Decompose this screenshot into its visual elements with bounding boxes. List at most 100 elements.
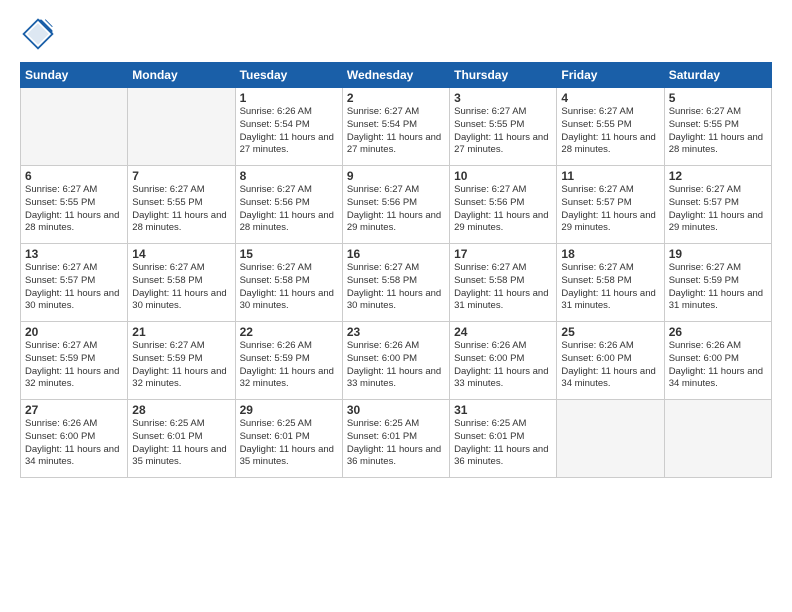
day-number: 17	[454, 247, 552, 261]
calendar-week-row: 20Sunrise: 6:27 AM Sunset: 5:59 PM Dayli…	[21, 322, 772, 400]
day-info: Sunrise: 6:27 AM Sunset: 5:56 PM Dayligh…	[454, 184, 552, 235]
calendar-cell: 23Sunrise: 6:26 AM Sunset: 6:00 PM Dayli…	[342, 322, 449, 400]
day-number: 7	[132, 169, 230, 183]
day-info: Sunrise: 6:27 AM Sunset: 5:58 PM Dayligh…	[132, 262, 230, 313]
calendar-cell: 27Sunrise: 6:26 AM Sunset: 6:00 PM Dayli…	[21, 400, 128, 478]
day-number: 14	[132, 247, 230, 261]
day-info: Sunrise: 6:27 AM Sunset: 5:59 PM Dayligh…	[25, 340, 123, 391]
day-number: 11	[561, 169, 659, 183]
calendar-week-row: 13Sunrise: 6:27 AM Sunset: 5:57 PM Dayli…	[21, 244, 772, 322]
day-number: 18	[561, 247, 659, 261]
calendar-week-row: 27Sunrise: 6:26 AM Sunset: 6:00 PM Dayli…	[21, 400, 772, 478]
day-number: 12	[669, 169, 767, 183]
day-info: Sunrise: 6:26 AM Sunset: 5:59 PM Dayligh…	[240, 340, 338, 391]
calendar-cell	[664, 400, 771, 478]
day-info: Sunrise: 6:27 AM Sunset: 5:56 PM Dayligh…	[240, 184, 338, 235]
day-info: Sunrise: 6:27 AM Sunset: 5:58 PM Dayligh…	[561, 262, 659, 313]
day-number: 8	[240, 169, 338, 183]
day-info: Sunrise: 6:27 AM Sunset: 5:57 PM Dayligh…	[669, 184, 767, 235]
day-info: Sunrise: 6:27 AM Sunset: 5:55 PM Dayligh…	[454, 106, 552, 157]
weekday-header-row: SundayMondayTuesdayWednesdayThursdayFrid…	[21, 63, 772, 88]
day-info: Sunrise: 6:27 AM Sunset: 5:57 PM Dayligh…	[25, 262, 123, 313]
logo-icon	[20, 16, 56, 52]
day-info: Sunrise: 6:27 AM Sunset: 5:55 PM Dayligh…	[25, 184, 123, 235]
day-number: 28	[132, 403, 230, 417]
weekday-header: Thursday	[450, 63, 557, 88]
calendar-cell: 10Sunrise: 6:27 AM Sunset: 5:56 PM Dayli…	[450, 166, 557, 244]
calendar-cell: 24Sunrise: 6:26 AM Sunset: 6:00 PM Dayli…	[450, 322, 557, 400]
calendar-cell: 20Sunrise: 6:27 AM Sunset: 5:59 PM Dayli…	[21, 322, 128, 400]
calendar-cell: 29Sunrise: 6:25 AM Sunset: 6:01 PM Dayli…	[235, 400, 342, 478]
calendar-cell: 25Sunrise: 6:26 AM Sunset: 6:00 PM Dayli…	[557, 322, 664, 400]
weekday-header: Monday	[128, 63, 235, 88]
calendar-cell: 26Sunrise: 6:26 AM Sunset: 6:00 PM Dayli…	[664, 322, 771, 400]
calendar-cell	[21, 88, 128, 166]
day-number: 23	[347, 325, 445, 339]
day-number: 30	[347, 403, 445, 417]
day-number: 19	[669, 247, 767, 261]
calendar: SundayMondayTuesdayWednesdayThursdayFrid…	[20, 62, 772, 478]
calendar-cell: 28Sunrise: 6:25 AM Sunset: 6:01 PM Dayli…	[128, 400, 235, 478]
day-number: 22	[240, 325, 338, 339]
day-info: Sunrise: 6:26 AM Sunset: 6:00 PM Dayligh…	[25, 418, 123, 469]
calendar-cell	[128, 88, 235, 166]
calendar-cell: 16Sunrise: 6:27 AM Sunset: 5:58 PM Dayli…	[342, 244, 449, 322]
day-info: Sunrise: 6:25 AM Sunset: 6:01 PM Dayligh…	[347, 418, 445, 469]
weekday-header: Sunday	[21, 63, 128, 88]
day-info: Sunrise: 6:26 AM Sunset: 6:00 PM Dayligh…	[561, 340, 659, 391]
day-info: Sunrise: 6:26 AM Sunset: 6:00 PM Dayligh…	[347, 340, 445, 391]
calendar-week-row: 6Sunrise: 6:27 AM Sunset: 5:55 PM Daylig…	[21, 166, 772, 244]
weekday-header: Saturday	[664, 63, 771, 88]
day-info: Sunrise: 6:27 AM Sunset: 5:56 PM Dayligh…	[347, 184, 445, 235]
calendar-cell: 4Sunrise: 6:27 AM Sunset: 5:55 PM Daylig…	[557, 88, 664, 166]
calendar-cell: 12Sunrise: 6:27 AM Sunset: 5:57 PM Dayli…	[664, 166, 771, 244]
day-info: Sunrise: 6:26 AM Sunset: 6:00 PM Dayligh…	[669, 340, 767, 391]
calendar-cell: 3Sunrise: 6:27 AM Sunset: 5:55 PM Daylig…	[450, 88, 557, 166]
day-number: 10	[454, 169, 552, 183]
calendar-cell: 15Sunrise: 6:27 AM Sunset: 5:58 PM Dayli…	[235, 244, 342, 322]
day-number: 5	[669, 91, 767, 105]
weekday-header: Wednesday	[342, 63, 449, 88]
calendar-cell: 9Sunrise: 6:27 AM Sunset: 5:56 PM Daylig…	[342, 166, 449, 244]
day-info: Sunrise: 6:25 AM Sunset: 6:01 PM Dayligh…	[132, 418, 230, 469]
calendar-cell: 30Sunrise: 6:25 AM Sunset: 6:01 PM Dayli…	[342, 400, 449, 478]
calendar-cell: 17Sunrise: 6:27 AM Sunset: 5:58 PM Dayli…	[450, 244, 557, 322]
day-number: 2	[347, 91, 445, 105]
header	[20, 16, 772, 52]
day-number: 15	[240, 247, 338, 261]
calendar-cell: 2Sunrise: 6:27 AM Sunset: 5:54 PM Daylig…	[342, 88, 449, 166]
day-number: 13	[25, 247, 123, 261]
day-number: 24	[454, 325, 552, 339]
day-number: 20	[25, 325, 123, 339]
day-number: 26	[669, 325, 767, 339]
day-info: Sunrise: 6:27 AM Sunset: 5:59 PM Dayligh…	[669, 262, 767, 313]
calendar-cell: 5Sunrise: 6:27 AM Sunset: 5:55 PM Daylig…	[664, 88, 771, 166]
calendar-cell: 1Sunrise: 6:26 AM Sunset: 5:54 PM Daylig…	[235, 88, 342, 166]
day-number: 27	[25, 403, 123, 417]
day-info: Sunrise: 6:25 AM Sunset: 6:01 PM Dayligh…	[240, 418, 338, 469]
day-info: Sunrise: 6:26 AM Sunset: 5:54 PM Dayligh…	[240, 106, 338, 157]
calendar-cell: 11Sunrise: 6:27 AM Sunset: 5:57 PM Dayli…	[557, 166, 664, 244]
day-number: 4	[561, 91, 659, 105]
day-number: 25	[561, 325, 659, 339]
calendar-cell: 6Sunrise: 6:27 AM Sunset: 5:55 PM Daylig…	[21, 166, 128, 244]
logo	[20, 16, 60, 52]
day-info: Sunrise: 6:27 AM Sunset: 5:57 PM Dayligh…	[561, 184, 659, 235]
day-number: 1	[240, 91, 338, 105]
weekday-header: Tuesday	[235, 63, 342, 88]
day-number: 29	[240, 403, 338, 417]
day-info: Sunrise: 6:26 AM Sunset: 6:00 PM Dayligh…	[454, 340, 552, 391]
calendar-cell: 18Sunrise: 6:27 AM Sunset: 5:58 PM Dayli…	[557, 244, 664, 322]
weekday-header: Friday	[557, 63, 664, 88]
day-number: 16	[347, 247, 445, 261]
page: SundayMondayTuesdayWednesdayThursdayFrid…	[0, 0, 792, 612]
day-info: Sunrise: 6:27 AM Sunset: 5:59 PM Dayligh…	[132, 340, 230, 391]
day-number: 31	[454, 403, 552, 417]
calendar-cell: 8Sunrise: 6:27 AM Sunset: 5:56 PM Daylig…	[235, 166, 342, 244]
calendar-week-row: 1Sunrise: 6:26 AM Sunset: 5:54 PM Daylig…	[21, 88, 772, 166]
calendar-cell: 22Sunrise: 6:26 AM Sunset: 5:59 PM Dayli…	[235, 322, 342, 400]
calendar-cell: 21Sunrise: 6:27 AM Sunset: 5:59 PM Dayli…	[128, 322, 235, 400]
calendar-cell: 7Sunrise: 6:27 AM Sunset: 5:55 PM Daylig…	[128, 166, 235, 244]
calendar-cell: 19Sunrise: 6:27 AM Sunset: 5:59 PM Dayli…	[664, 244, 771, 322]
day-number: 9	[347, 169, 445, 183]
